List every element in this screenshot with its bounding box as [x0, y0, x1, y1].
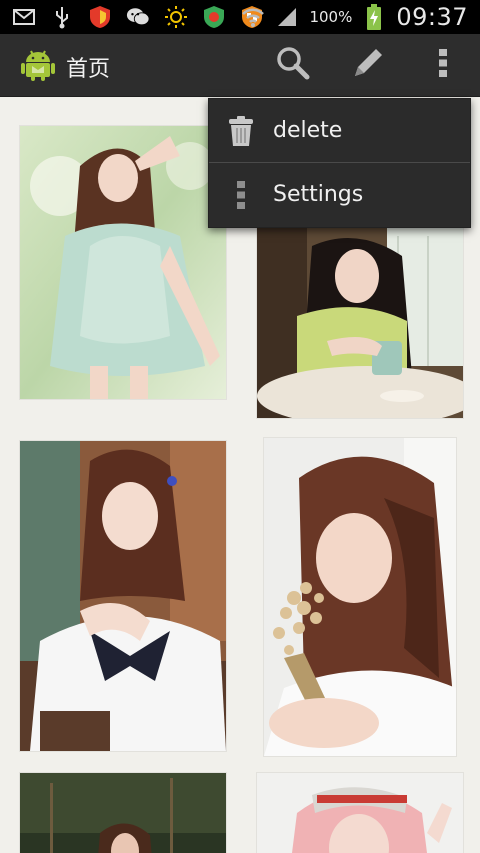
- edit-pencil-icon: [350, 45, 386, 85]
- search-icon: [275, 45, 311, 85]
- photo-girl-flowers: [264, 438, 456, 756]
- settings-dots-icon: [209, 163, 273, 226]
- photo-card[interactable]: [257, 226, 463, 418]
- photo-card[interactable]: [20, 441, 226, 751]
- sun-icon: [164, 5, 188, 29]
- edit-button[interactable]: [345, 42, 391, 88]
- menu-item-label: Settings: [273, 182, 364, 207]
- page-title: 首页: [66, 57, 111, 82]
- action-bar: 首页: [0, 34, 480, 97]
- usb-icon: [50, 5, 74, 29]
- shield-icon: [88, 5, 112, 29]
- battery-charging-icon: [362, 4, 386, 30]
- trash-icon: [209, 99, 273, 162]
- overflow-menu: delete Settings: [208, 98, 471, 228]
- photo-girl-coffee-cup: [257, 226, 463, 418]
- security-icon: [202, 5, 226, 29]
- photo-girl-pink-hair: [257, 773, 463, 853]
- photo-card[interactable]: [257, 773, 463, 853]
- signal-icon: [275, 5, 299, 29]
- battery-percent: 100%: [309, 8, 353, 26]
- notification-icons: [12, 5, 264, 29]
- menu-item-label: delete: [273, 118, 343, 143]
- mail-icon: [12, 5, 36, 29]
- overflow-menu-icon: [438, 48, 448, 82]
- android-logo-icon[interactable]: [20, 46, 56, 82]
- wifi-icon: [241, 5, 265, 29]
- menu-item-settings[interactable]: Settings: [209, 163, 470, 226]
- menu-item-delete[interactable]: delete: [209, 99, 470, 162]
- photo-card[interactable]: [20, 773, 226, 853]
- search-button[interactable]: [270, 42, 316, 88]
- photo-girl-school-uniform: [20, 441, 226, 751]
- photo-girl-white-dress: [20, 126, 226, 399]
- photo-card[interactable]: [264, 438, 456, 756]
- photo-girl-night: [20, 773, 226, 853]
- overflow-menu-button[interactable]: [420, 42, 466, 88]
- status-bar: 100% 09:37: [0, 0, 480, 34]
- status-right: 100% 09:37: [241, 0, 468, 34]
- wechat-icon: [126, 5, 150, 29]
- photo-card[interactable]: [20, 126, 226, 399]
- clock: 09:37: [396, 3, 468, 31]
